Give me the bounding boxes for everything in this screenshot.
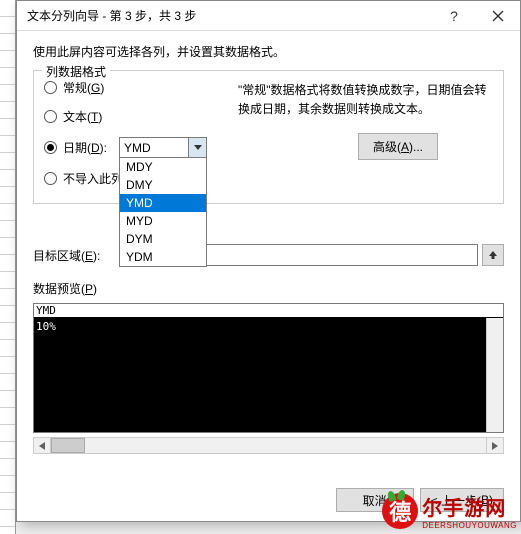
logo-text: 尔手游网 <box>422 492 517 521</box>
chevron-right-icon <box>492 442 498 450</box>
dd-item[interactable]: DMY <box>120 176 206 194</box>
chevron-left-icon <box>39 442 45 450</box>
close-icon <box>492 10 504 22</box>
scroll-thumb[interactable] <box>51 438 85 453</box>
combo-dropdown-button[interactable] <box>188 138 206 157</box>
close-button[interactable] <box>476 1 520 31</box>
destination-row: 目标区域(E): <box>33 244 504 266</box>
chevron-down-icon <box>194 145 202 151</box>
radio-date[interactable]: 日期(D): YMD MDY DMY YMD <box>44 137 214 158</box>
radio-icon <box>44 110 57 123</box>
date-format-combo[interactable]: YMD MDY DMY YMD MYD DYM <box>119 137 207 158</box>
preview-body: 10% <box>34 318 503 432</box>
dd-item[interactable]: DYM <box>120 230 206 248</box>
logo-apple-icon: 德 <box>382 493 418 529</box>
titlebar: 文本分列向导 - 第 3 步，共 3 步 ? <box>17 1 520 31</box>
preview-box: YMD 10% <box>33 303 504 433</box>
format-desc-area: "常规"数据格式将数值转换成数字，日期值会转换成日期，其余数据则转换成文本。 高… <box>226 79 493 187</box>
preview-header: YMD <box>34 304 503 318</box>
logo-subtext: DEERSHOUYOUWANG <box>422 521 517 530</box>
help-button[interactable]: ? <box>432 1 476 31</box>
advanced-button[interactable]: 高级(A)... <box>358 133 438 160</box>
fieldset-legend: 列数据格式 <box>42 63 110 80</box>
radio-icon <box>44 141 57 154</box>
dialog-title: 文本分列向导 - 第 3 步，共 3 步 <box>27 7 432 24</box>
text-wizard-dialog: 文本分列向导 - 第 3 步，共 3 步 ? 使用此屏内容可选择各列，并设置其数… <box>16 0 521 522</box>
instruction-text: 使用此屏内容可选择各列，并设置其数据格式。 <box>33 43 504 60</box>
watermark-logo: 德 尔手游网 DEERSHOUYOUWANG <box>382 492 517 530</box>
dialog-content: 使用此屏内容可选择各列，并设置其数据格式。 列数据格式 常规(G) 文本(T) … <box>17 31 520 479</box>
radio-icon <box>44 81 57 94</box>
combo-value: YMD <box>120 141 188 155</box>
radio-text[interactable]: 文本(T) <box>44 108 214 125</box>
preview-horizontal-scrollbar[interactable] <box>33 437 504 454</box>
preview-vertical-scrollbar[interactable] <box>486 318 503 432</box>
radio-icon <box>44 172 57 185</box>
spreadsheet-bg <box>0 0 16 534</box>
column-format-fieldset: 列数据格式 常规(G) 文本(T) 日期(D): <box>33 70 504 204</box>
scroll-right-button[interactable] <box>486 438 503 453</box>
arrow-up-icon <box>488 250 498 260</box>
radio-general[interactable]: 常规(G) <box>44 79 214 96</box>
format-description: "常规"数据格式将数值转换成数字，日期值会转换成日期，其余数据则转换成文本。 <box>238 81 493 119</box>
destination-label: 目标区域(E): <box>33 247 100 264</box>
dd-item[interactable]: MDY <box>120 158 206 176</box>
preview-label: 数据预览(P) <box>33 280 504 297</box>
dd-item[interactable]: YMD <box>120 194 206 212</box>
dd-item[interactable]: YDM <box>120 248 206 266</box>
date-format-dropdown: MDY DMY YMD MYD DYM YDM <box>119 158 207 267</box>
range-picker-button[interactable] <box>482 244 504 266</box>
scroll-left-button[interactable] <box>34 438 51 453</box>
dd-item[interactable]: MYD <box>120 212 206 230</box>
format-radios: 常规(G) 文本(T) 日期(D): YMD <box>44 79 214 187</box>
